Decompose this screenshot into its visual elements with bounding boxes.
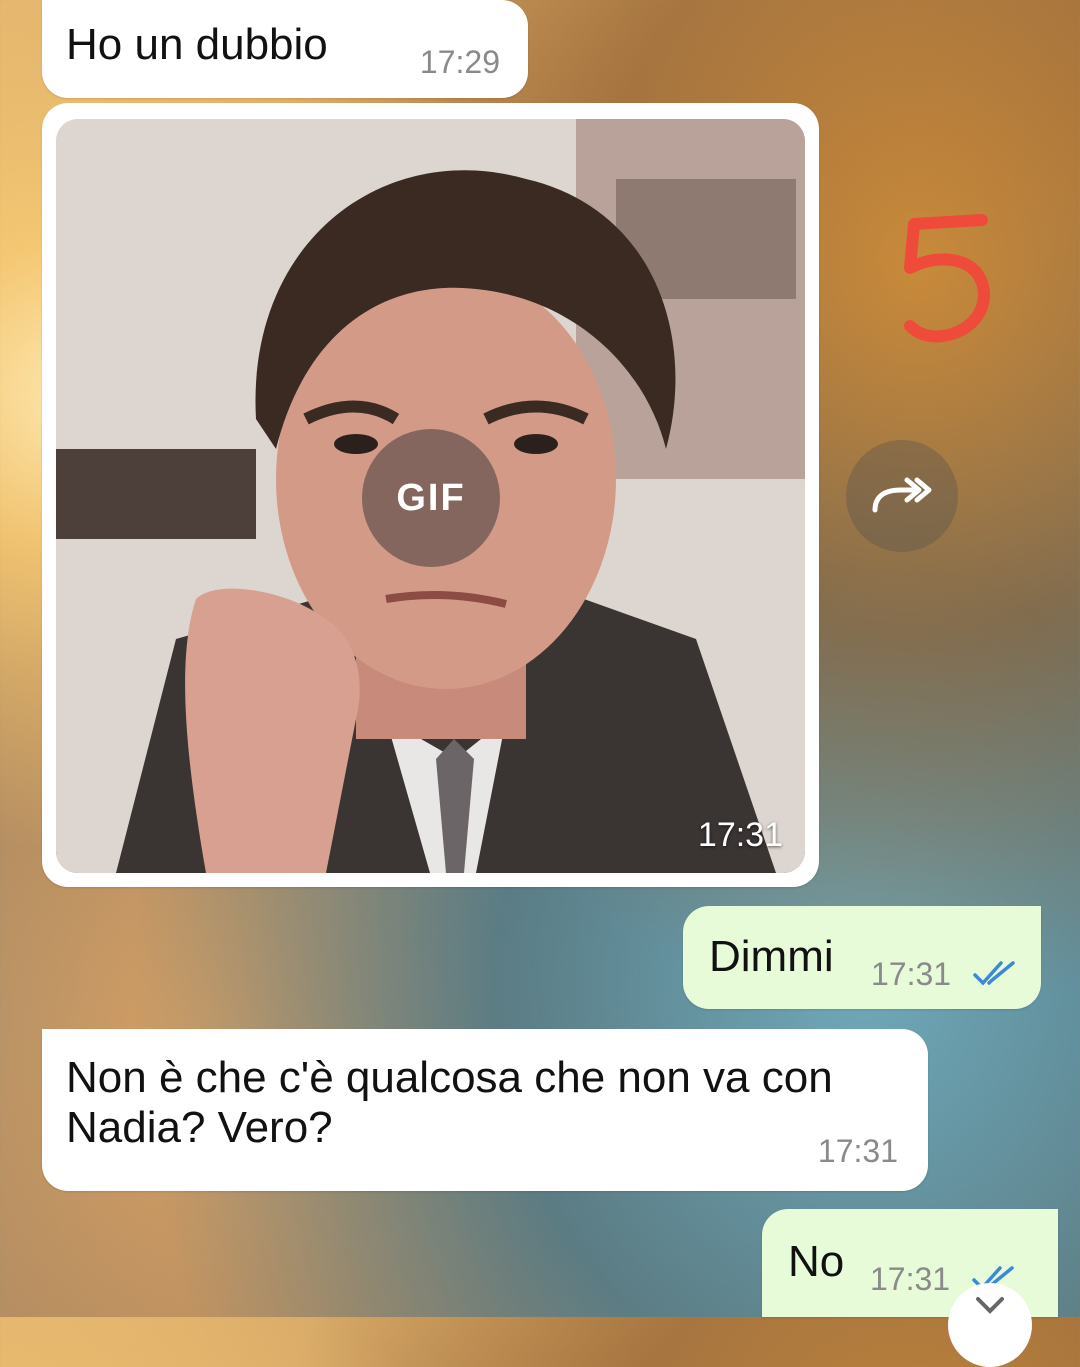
gif-badge: GIF — [396, 476, 466, 519]
gif-play-button[interactable]: GIF — [362, 429, 500, 567]
message-time: 17:31 — [697, 816, 783, 854]
scroll-down-icon — [976, 1297, 1004, 1314]
forward-button[interactable] — [846, 440, 958, 552]
message-text: No — [788, 1237, 845, 1286]
message-time: 17:31 — [870, 1261, 951, 1297]
message-time: 17:31 — [871, 956, 952, 992]
message-text: Non è che c'è qualcosa che non va con Na… — [66, 1053, 833, 1152]
message-time: 17:31 — [817, 1133, 898, 1169]
forward-icon — [872, 477, 932, 513]
message-text: Dimmi — [709, 932, 834, 981]
scroll-down-button[interactable] — [948, 1283, 1032, 1367]
gif-thumbnail[interactable]: GIF 17:31 — [56, 119, 805, 873]
message-text: Ho un dubbio — [66, 20, 328, 69]
message-time: 17:29 — [419, 44, 500, 80]
annotation-number-5 — [904, 214, 990, 343]
message-bubble-incoming[interactable]: Non è che c'è qualcosa che non va con Na… — [42, 1029, 928, 1191]
gif-message-bubble[interactable]: GIF 17:31 — [42, 103, 819, 887]
message-bubble-outgoing[interactable]: Dimmi 17:31 — [683, 906, 1041, 1009]
message-bubble-incoming[interactable]: Ho un dubbio 17:29 — [42, 0, 528, 98]
double-check-icon — [973, 961, 1015, 986]
